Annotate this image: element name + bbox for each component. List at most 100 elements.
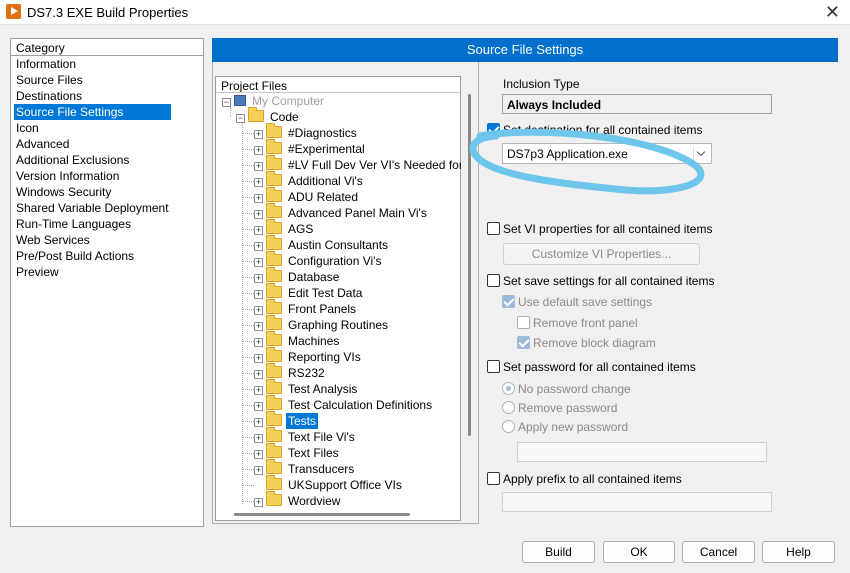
customize-vi-properties-button[interactable]: Customize VI Properties... bbox=[503, 243, 700, 265]
tree-guide-line bbox=[242, 453, 254, 454]
tree-row-folder[interactable]: + #LV Full Dev Ver VI's Needed for Dev bbox=[242, 155, 461, 173]
tree-guide-line bbox=[242, 501, 254, 502]
expand-icon[interactable]: + bbox=[254, 338, 263, 347]
vertical-scrollbar[interactable] bbox=[468, 94, 471, 436]
project-files-header: Project Files bbox=[221, 79, 288, 93]
category-item-advanced[interactable]: Advanced bbox=[14, 136, 171, 152]
expand-icon[interactable]: + bbox=[254, 450, 263, 459]
tree-row-folder[interactable]: + Tests bbox=[242, 411, 319, 429]
set-save-settings-checkbox[interactable] bbox=[487, 274, 500, 287]
prefix-input[interactable] bbox=[502, 492, 772, 512]
expand-icon[interactable]: + bbox=[254, 226, 263, 235]
category-item-run-time-languages[interactable]: Run-Time Languages bbox=[14, 216, 171, 232]
expand-icon[interactable]: + bbox=[254, 322, 263, 331]
apply-new-password-radio[interactable] bbox=[502, 420, 515, 433]
expand-icon[interactable]: + bbox=[254, 130, 263, 139]
tree-guide-line bbox=[242, 261, 254, 262]
tree-row-my-computer[interactable]: − My Computer bbox=[222, 93, 326, 109]
category-item-source-files[interactable]: Source Files bbox=[14, 72, 171, 88]
collapse-icon[interactable]: − bbox=[222, 98, 231, 107]
no-password-change-radio[interactable] bbox=[502, 382, 515, 395]
expand-icon[interactable]: + bbox=[254, 418, 263, 427]
expand-icon[interactable]: + bbox=[254, 210, 263, 219]
tree-label-folder: Configuration Vi's bbox=[288, 254, 382, 268]
set-password-checkbox[interactable] bbox=[487, 360, 500, 373]
expand-icon[interactable]: + bbox=[254, 434, 263, 443]
set-vi-properties-checkbox[interactable] bbox=[487, 222, 500, 235]
expand-icon[interactable]: + bbox=[254, 194, 263, 203]
chevron-down-icon[interactable] bbox=[693, 146, 709, 162]
tree-label-folder: #Experimental bbox=[288, 142, 365, 156]
expand-icon[interactable]: + bbox=[254, 306, 263, 315]
new-password-input[interactable] bbox=[517, 442, 767, 462]
category-item-preview[interactable]: Preview bbox=[14, 264, 171, 280]
tree-row-folder[interactable]: + RS232 bbox=[242, 363, 327, 381]
expand-icon[interactable]: + bbox=[254, 178, 263, 187]
folder-icon bbox=[266, 251, 282, 266]
set-destination-checkbox[interactable] bbox=[487, 123, 500, 136]
tree-guide-line bbox=[242, 389, 254, 390]
tree-label-my-computer: My Computer bbox=[252, 94, 325, 108]
tree-label-folder: Test Analysis bbox=[288, 382, 358, 396]
tree-row-folder[interactable]: + Test Calculation Definitions bbox=[242, 395, 434, 413]
use-default-save-checkbox[interactable] bbox=[502, 295, 515, 308]
tree-row-folder[interactable]: + Wordview bbox=[242, 491, 342, 507]
category-item-shared-variable-deployment[interactable]: Shared Variable Deployment bbox=[14, 200, 171, 216]
remove-password-radio[interactable] bbox=[502, 401, 515, 414]
tree-label-folder: Tests bbox=[286, 413, 319, 429]
set-password-label: Set password for all contained items bbox=[503, 360, 696, 374]
tree-guide-line bbox=[242, 245, 254, 246]
category-item-icon[interactable]: Icon bbox=[14, 120, 171, 136]
expand-icon[interactable]: + bbox=[254, 146, 263, 155]
build-button[interactable]: Build bbox=[522, 541, 595, 563]
title-bar: DS7.3 EXE Build Properties ✕ bbox=[0, 0, 850, 25]
category-item-version-information[interactable]: Version Information bbox=[14, 168, 171, 184]
expand-icon[interactable]: + bbox=[254, 162, 263, 171]
folder-icon bbox=[266, 491, 282, 506]
category-item-source-file-settings[interactable]: Source File Settings bbox=[14, 104, 171, 120]
tree-guide-line bbox=[242, 293, 254, 294]
help-button[interactable]: Help bbox=[762, 541, 835, 563]
tree-label-folder: UKSupport Office VIs bbox=[288, 478, 402, 492]
folder-icon bbox=[266, 187, 282, 202]
remove-front-panel-checkbox[interactable] bbox=[517, 316, 530, 329]
category-item-information[interactable]: Information bbox=[14, 56, 171, 72]
expand-icon[interactable]: + bbox=[254, 290, 263, 299]
project-files-tree[interactable]: − My Computer − Code + #Diagnostics + #Experi… bbox=[216, 93, 461, 507]
tree-row-folder[interactable]: UKSupport Office VIs bbox=[242, 475, 404, 493]
expand-icon[interactable]: + bbox=[254, 370, 263, 379]
cancel-button[interactable]: Cancel bbox=[682, 541, 755, 563]
category-item-destinations[interactable]: Destinations bbox=[14, 88, 171, 104]
remove-block-diagram-checkbox[interactable] bbox=[517, 336, 530, 349]
inclusion-type-label: Inclusion Type bbox=[503, 77, 580, 91]
expand-icon[interactable]: + bbox=[254, 354, 263, 363]
tree-guide-line bbox=[242, 469, 254, 470]
destination-select[interactable]: DS7p3 Application.exe bbox=[502, 143, 712, 164]
close-icon[interactable]: ✕ bbox=[825, 2, 840, 23]
ok-button[interactable]: OK bbox=[603, 541, 675, 563]
expand-icon[interactable]: + bbox=[254, 402, 263, 411]
expand-icon[interactable]: + bbox=[254, 498, 263, 507]
apply-prefix-label: Apply prefix to all contained items bbox=[503, 472, 682, 486]
expand-icon[interactable]: + bbox=[254, 258, 263, 267]
expand-icon[interactable]: + bbox=[254, 242, 263, 251]
tree-row-folder[interactable]: + AGS bbox=[242, 219, 315, 237]
tree-label-folder: AGS bbox=[288, 222, 314, 236]
tree-guide-line bbox=[242, 229, 254, 230]
tree-label-folder: Text Files bbox=[288, 446, 339, 460]
apply-prefix-checkbox[interactable] bbox=[487, 472, 500, 485]
tree-label-folder: Graphing Routines bbox=[288, 318, 389, 332]
tree-guide-line bbox=[242, 213, 254, 214]
horizontal-scrollbar[interactable] bbox=[234, 513, 410, 516]
category-item-web-services[interactable]: Web Services bbox=[14, 232, 171, 248]
category-item-additional-exclusions[interactable]: Additional Exclusions bbox=[14, 152, 171, 168]
category-item-pre-post-build-actions[interactable]: Pre/Post Build Actions bbox=[14, 248, 171, 264]
collapse-icon[interactable]: − bbox=[236, 114, 245, 123]
expand-icon[interactable]: + bbox=[254, 466, 263, 475]
expand-icon[interactable]: + bbox=[254, 274, 263, 283]
category-item-windows-security[interactable]: Windows Security bbox=[14, 184, 171, 200]
tree-guide-line bbox=[242, 373, 254, 374]
tree-label-folder: Edit Test Data bbox=[288, 286, 363, 300]
expand-icon[interactable]: + bbox=[254, 386, 263, 395]
tree-row-folder[interactable]: + Advanced Panel Main Vi's bbox=[242, 203, 429, 221]
